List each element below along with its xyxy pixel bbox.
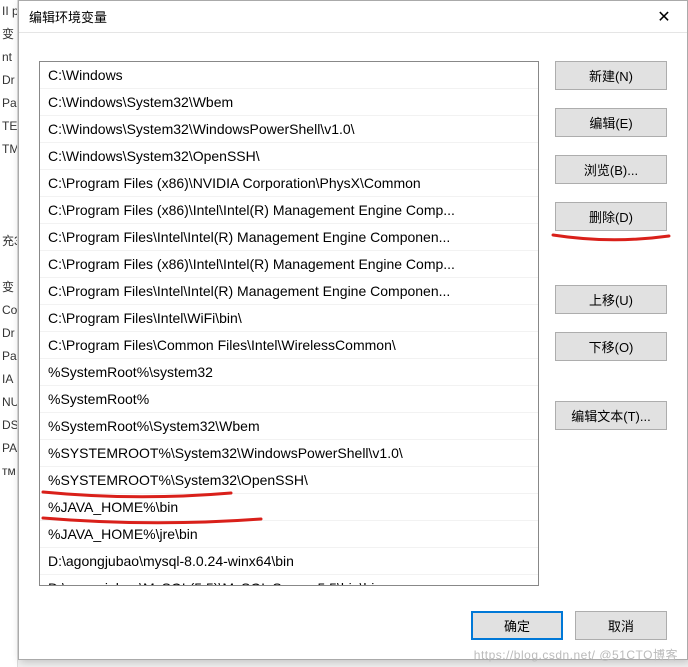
list-item[interactable]: %JAVA_HOME%\jre\bin <box>40 521 538 548</box>
titlebar: 编辑环境变量 ✕ <box>19 1 687 33</box>
list-item[interactable]: %SYSTEMROOT%\System32\WindowsPowerShell\… <box>40 440 538 467</box>
close-icon: ✕ <box>657 7 670 27</box>
list-item[interactable]: %SYSTEMROOT%\System32\OpenSSH\ <box>40 467 538 494</box>
list-item[interactable]: C:\Program Files\Intel\Intel(R) Manageme… <box>40 224 538 251</box>
edit-text-button[interactable]: 编辑文本(T)... <box>555 401 667 430</box>
watermark: https://blog.csdn.net/ @51CTO博客 <box>474 646 678 663</box>
move-down-button[interactable]: 下移(O) <box>555 332 667 361</box>
list-item[interactable]: C:\Windows <box>40 62 538 89</box>
background-strip: II p变nt DrPaTE TM 充3 变CoDr PaIANU DSPAтм <box>0 0 18 667</box>
list-item[interactable]: %JAVA_HOME%\bin <box>40 494 538 521</box>
move-up-button[interactable]: 上移(U) <box>555 285 667 314</box>
list-item[interactable]: C:\Program Files (x86)\Intel\Intel(R) Ma… <box>40 197 538 224</box>
list-item[interactable]: %SystemRoot%\system32 <box>40 359 538 386</box>
list-item[interactable]: D:\agongjubao\MySQL(5.5)\MySQL Server 5.… <box>40 575 538 586</box>
list-item[interactable]: D:\agongjubao\mysql-8.0.24-winx64\bin <box>40 548 538 575</box>
delete-button[interactable]: 删除(D) <box>555 202 667 231</box>
edit-env-var-dialog: 编辑环境变量 ✕ C:\Windows C:\Windows\System32\… <box>18 0 688 660</box>
list-item[interactable]: C:\Program Files (x86)\NVIDIA Corporatio… <box>40 170 538 197</box>
list-item[interactable]: %SystemRoot% <box>40 386 538 413</box>
button-column: 新建(N) 编辑(E) 浏览(B)... 删除(D) 上移(U) 下移(O) 编… <box>555 61 667 591</box>
list-item[interactable]: C:\Program Files\Intel\WiFi\bin\ <box>40 305 538 332</box>
annotation-underline-delete <box>551 232 663 246</box>
list-item[interactable]: %SystemRoot%\System32\Wbem <box>40 413 538 440</box>
cancel-button[interactable]: 取消 <box>575 611 667 640</box>
dialog-content: C:\Windows C:\Windows\System32\Wbem C:\W… <box>19 33 687 601</box>
dialog-title: 编辑环境变量 <box>29 7 107 26</box>
edit-button[interactable]: 编辑(E) <box>555 108 667 137</box>
list-item[interactable]: C:\Program Files (x86)\Intel\Intel(R) Ma… <box>40 251 538 278</box>
close-button[interactable]: ✕ <box>641 1 687 33</box>
new-button[interactable]: 新建(N) <box>555 61 667 90</box>
list-item[interactable]: C:\Windows\System32\WindowsPowerShell\v1… <box>40 116 538 143</box>
list-item[interactable]: C:\Program Files\Intel\Intel(R) Manageme… <box>40 278 538 305</box>
list-item[interactable]: C:\Program Files\Common Files\Intel\Wire… <box>40 332 538 359</box>
path-listbox[interactable]: C:\Windows C:\Windows\System32\Wbem C:\W… <box>39 61 539 586</box>
list-wrap: C:\Windows C:\Windows\System32\Wbem C:\W… <box>39 61 539 591</box>
ok-button[interactable]: 确定 <box>471 611 563 640</box>
list-item[interactable]: C:\Windows\System32\Wbem <box>40 89 538 116</box>
list-item[interactable]: C:\Windows\System32\OpenSSH\ <box>40 143 538 170</box>
browse-button[interactable]: 浏览(B)... <box>555 155 667 184</box>
